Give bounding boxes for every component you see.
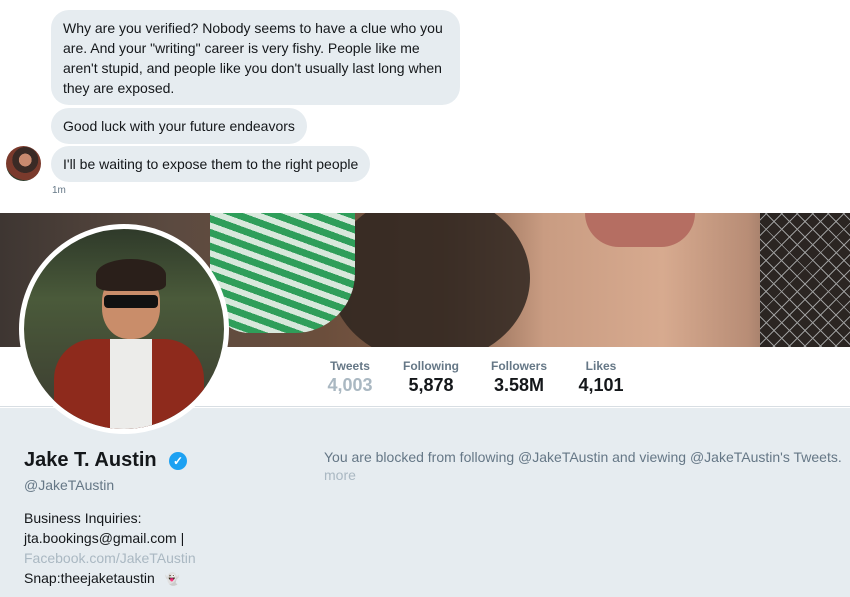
avatar-shirt-shape: [110, 339, 152, 429]
likes-label: Likes: [585, 359, 617, 373]
message-timestamp: 1m: [52, 185, 66, 196]
banner-fence-shape: [760, 213, 850, 347]
likes-stat[interactable]: Likes 4,101: [576, 359, 626, 396]
dm-conversation: Why are you verified? Nobody seems to ha…: [0, 0, 850, 212]
bio-snap-line: Snap:theejaketaustin 👻: [24, 568, 214, 589]
snapchat-ghost-icon: 👻: [164, 572, 180, 586]
profile-handle[interactable]: @JakeTAustin: [24, 477, 114, 493]
message-bubble[interactable]: I'll be waiting to expose them to the ri…: [51, 146, 371, 182]
avatar-sunglasses-shape: [104, 295, 158, 308]
profile-bio: Business Inquiries: jta.bookings@gmail.c…: [24, 508, 214, 589]
profile-avatar[interactable]: [19, 224, 229, 434]
following-label: Following: [403, 359, 459, 373]
tweets-count: 4,003: [327, 375, 373, 395]
following-count: 5,878: [408, 375, 454, 395]
followers-label: Followers: [490, 359, 547, 373]
banner-striped-hat: [210, 213, 355, 333]
following-stat[interactable]: Following 5,878: [401, 359, 461, 396]
bio-facebook-link[interactable]: Facebook.com/JakeTAustin: [24, 548, 214, 568]
blocked-message: You are blocked from following @JakeTAus…: [324, 449, 842, 465]
profile-name[interactable]: Jake T. Austin: [24, 449, 157, 472]
sender-avatar[interactable]: [6, 146, 41, 181]
followers-count: 3.58M: [493, 375, 545, 395]
tweets-stat[interactable]: Tweets 4,003: [326, 359, 374, 396]
more-link[interactable]: more: [324, 467, 356, 483]
tweets-label: Tweets: [330, 359, 370, 373]
message-bubble[interactable]: Why are you verified? Nobody seems to ha…: [51, 10, 460, 105]
followers-stat[interactable]: Followers 3.58M: [488, 359, 550, 396]
likes-count: 4,101: [578, 375, 624, 395]
avatar-hair-shape: [96, 259, 166, 291]
bio-line: Business Inquiries:: [24, 510, 142, 526]
bio-snap-text: Snap:theejaketaustin: [24, 570, 155, 586]
message-bubble[interactable]: Good luck with your future endeavors: [51, 108, 307, 144]
verified-badge-icon: ✓: [169, 452, 187, 470]
banner-lips-shape: [585, 213, 695, 247]
banner-hair-shape: [330, 213, 530, 347]
bio-email: jta.bookings@gmail.com |: [24, 530, 185, 546]
